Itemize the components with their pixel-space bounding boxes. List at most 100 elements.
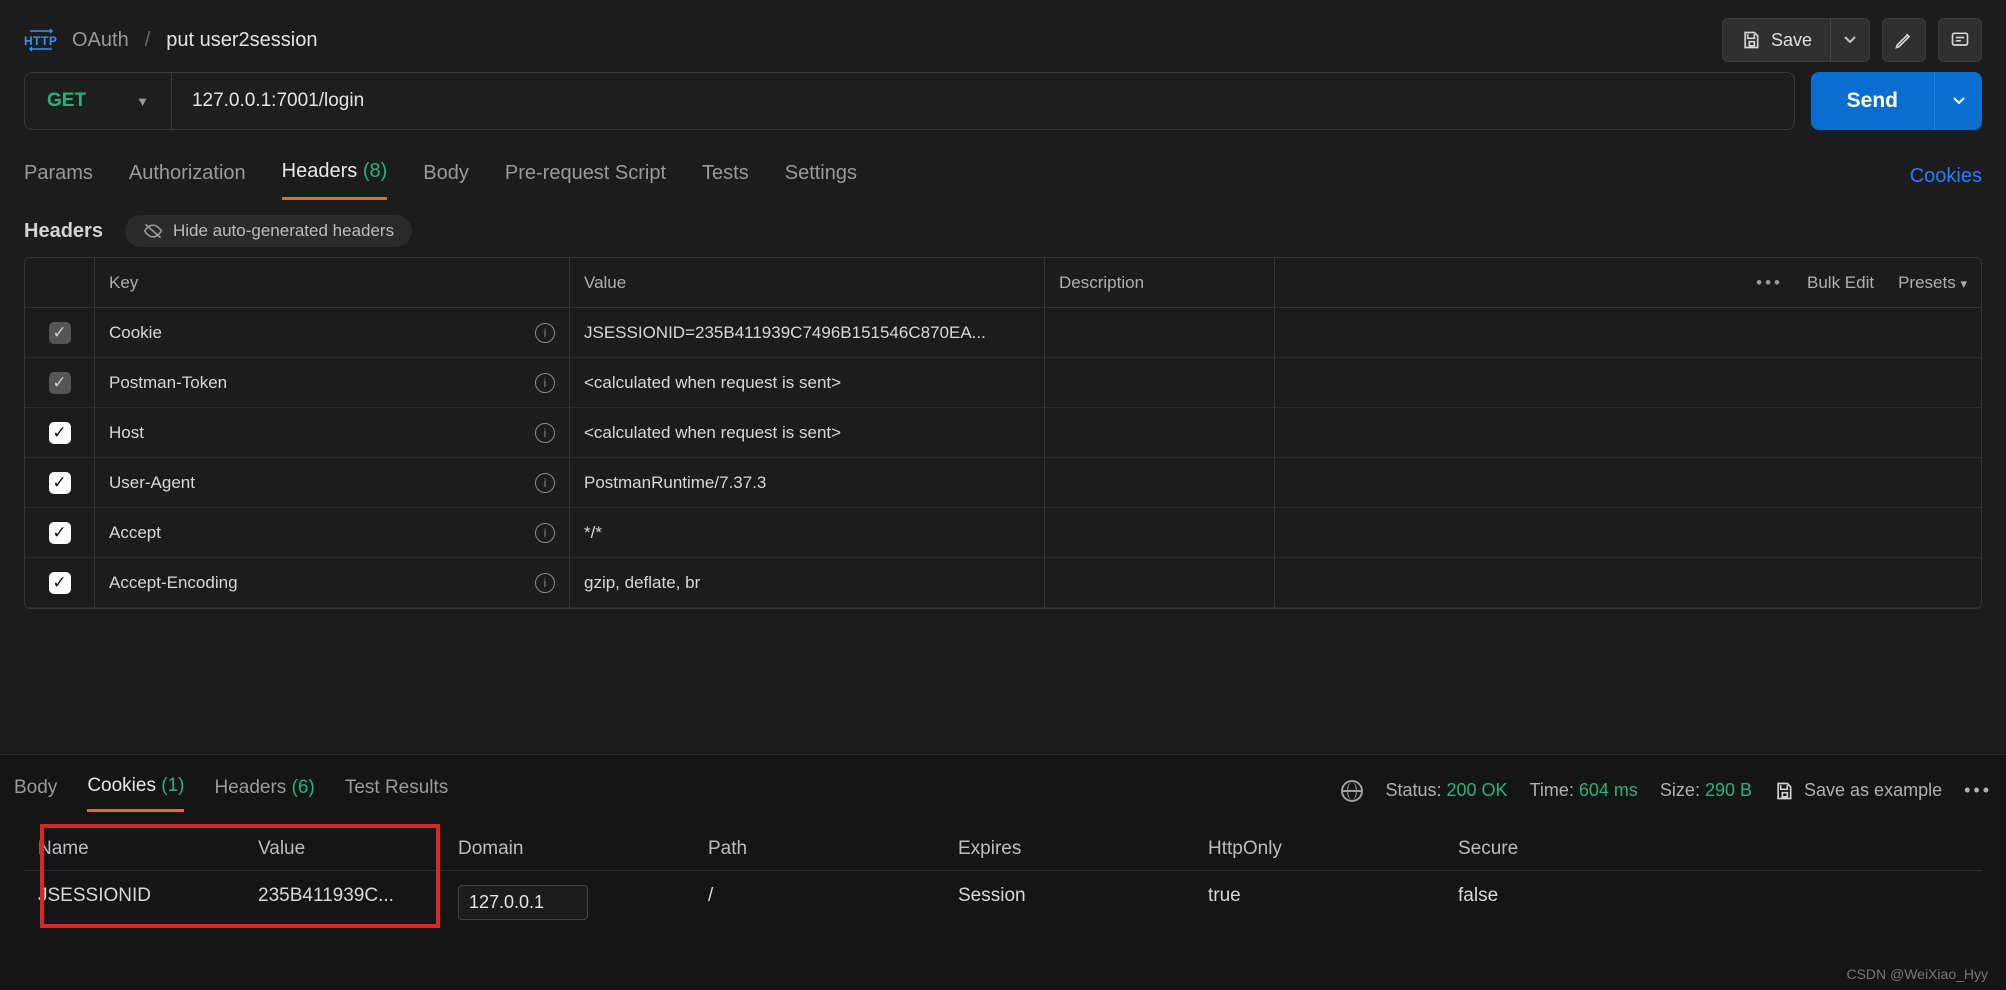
header-row[interactable]: ✓ Cookie i JSESSIONID=235B411939C7496B15154… <box>25 308 1981 358</box>
tab-authorization[interactable]: Authorization <box>129 154 246 199</box>
tab-prerequest[interactable]: Pre-request Script <box>505 154 666 199</box>
header-value: PostmanRuntime/7.37.3 <box>584 473 766 493</box>
col-description: Description <box>1045 258 1275 307</box>
checkbox[interactable]: ✓ <box>49 322 71 344</box>
breadcrumb: OAuth / put user2session <box>72 29 317 52</box>
cookie-value: 235B411939C... <box>258 885 458 920</box>
save-label: Save <box>1771 30 1812 51</box>
chevron-down-icon <box>1844 36 1856 44</box>
cookie-domain-input[interactable] <box>458 885 588 920</box>
chevron-down-icon: ▼ <box>136 94 149 109</box>
breadcrumb-request[interactable]: put user2session <box>166 29 317 52</box>
checkbox[interactable]: ✓ <box>49 372 71 394</box>
tab-params[interactable]: Params <box>24 154 93 199</box>
resp-tab-cookies-count: (1) <box>161 775 184 796</box>
cookie-httponly: true <box>1208 885 1458 920</box>
tab-headers[interactable]: Headers (8) <box>282 152 388 200</box>
col-value: Value <box>570 258 1045 307</box>
info-icon[interactable]: i <box>535 573 555 593</box>
svg-text:HTTP: HTTP <box>24 34 57 48</box>
cookie-row[interactable]: JSESSIONID 235B411939C... / Session true… <box>24 871 1982 934</box>
resp-tab-headers-count: (6) <box>292 777 315 798</box>
watermark: CSDN @WeiXiao_Hyy <box>1846 966 1988 982</box>
checkbox[interactable]: ✓ <box>49 422 71 444</box>
header-key: Accept <box>109 523 161 543</box>
header-value: <calculated when request is sent> <box>584 423 841 443</box>
info-icon[interactable]: i <box>535 373 555 393</box>
comment-icon <box>1950 30 1970 50</box>
method-value: GET <box>47 90 86 112</box>
save-button[interactable]: Save <box>1722 18 1830 62</box>
edit-button[interactable] <box>1882 18 1926 62</box>
header-row[interactable]: ✓ User-Agent i PostmanRuntime/7.37.3 <box>25 458 1981 508</box>
ck-col-httponly: HttpOnly <box>1208 838 1458 860</box>
resp-tab-body[interactable]: Body <box>14 771 57 811</box>
resp-tab-cookies-label: Cookies <box>87 775 156 796</box>
breadcrumb-folder[interactable]: OAuth <box>72 29 129 52</box>
header-row[interactable]: ✓Accept-Encodingigzip, deflate, br <box>25 558 1981 608</box>
info-icon[interactable]: i <box>535 423 555 443</box>
info-icon[interactable]: i <box>535 523 555 543</box>
time-label: Time: <box>1530 780 1574 800</box>
chevron-down-icon: ▾ <box>1960 276 1967 291</box>
status-value: 200 OK <box>1446 780 1507 800</box>
header-value: */* <box>584 523 602 543</box>
checkbox[interactable]: ✓ <box>49 572 71 594</box>
cookies-link[interactable]: Cookies <box>1910 165 1982 188</box>
send-dropdown-button[interactable] <box>1934 72 1982 130</box>
header-value: JSESSIONID=235B411939C7496B151546C870EA.… <box>584 323 986 343</box>
info-icon[interactable]: i <box>535 473 555 493</box>
more-icon[interactable]: ••• <box>1964 780 1992 801</box>
ck-col-domain: Domain <box>458 838 708 860</box>
size-label: Size: <box>1660 780 1700 800</box>
http-icon: HTTP <box>24 28 58 52</box>
breadcrumb-separator: / <box>145 29 151 52</box>
col-key: Key <box>95 258 570 307</box>
tab-settings[interactable]: Settings <box>785 154 857 199</box>
checkbox[interactable]: ✓ <box>49 472 71 494</box>
headers-title: Headers <box>24 220 103 243</box>
save-as-example-button[interactable]: Save as example <box>1774 780 1942 801</box>
cookie-path: / <box>708 885 958 920</box>
status-label: Status: <box>1385 780 1441 800</box>
info-icon[interactable]: i <box>535 323 555 343</box>
hide-auto-headers-toggle[interactable]: Hide auto-generated headers <box>125 215 412 247</box>
header-key: Postman-Token <box>109 373 227 393</box>
hide-auto-label: Hide auto-generated headers <box>173 221 394 241</box>
save-icon <box>1774 781 1794 801</box>
header-key: Accept-Encoding <box>109 573 238 593</box>
header-row[interactable]: ✓ Accept i */* <box>25 508 1981 558</box>
checkbox[interactable]: ✓ <box>49 522 71 544</box>
comments-button[interactable] <box>1938 18 1982 62</box>
header-key: Host <box>109 423 144 443</box>
tab-tests[interactable]: Tests <box>702 154 749 199</box>
chevron-down-icon <box>1953 97 1965 105</box>
send-button[interactable]: Send <box>1811 72 1934 130</box>
cookie-name: JSESSIONID <box>38 885 258 920</box>
header-row[interactable]: ✓ Host i <calculated when request is sent> <box>25 408 1981 458</box>
resp-tab-headers-label: Headers <box>214 777 286 798</box>
tab-headers-count: (8) <box>363 160 387 182</box>
header-key: User-Agent <box>109 473 195 493</box>
ck-col-secure: Secure <box>1458 838 1718 860</box>
ck-col-path: Path <box>708 838 958 860</box>
time-value: 604 ms <box>1579 780 1638 800</box>
url-input[interactable] <box>172 73 1794 129</box>
globe-icon[interactable] <box>1341 780 1363 802</box>
method-select[interactable]: GET ▼ <box>25 73 172 129</box>
resp-tab-cookies[interactable]: Cookies (1) <box>87 769 184 812</box>
headers-table: Key Value Description ••• Bulk Edit Pres… <box>24 257 1982 609</box>
presets-dropdown[interactable]: Presets ▾ <box>1898 273 1967 293</box>
header-key: Cookie <box>109 323 162 343</box>
header-value: <calculated when request is sent> <box>584 373 841 393</box>
size-value: 290 B <box>1705 780 1752 800</box>
tab-headers-label: Headers <box>282 160 358 182</box>
cookie-expires: Session <box>958 885 1208 920</box>
resp-tab-headers[interactable]: Headers (6) <box>214 771 314 811</box>
header-row[interactable]: ✓ Postman-Token i <calculated when request … <box>25 358 1981 408</box>
bulk-edit-link[interactable]: Bulk Edit <box>1807 273 1874 293</box>
resp-tab-test-results[interactable]: Test Results <box>345 771 448 811</box>
tab-body[interactable]: Body <box>423 154 469 199</box>
save-dropdown-button[interactable] <box>1830 18 1870 62</box>
more-actions-icon[interactable]: ••• <box>1756 273 1783 293</box>
